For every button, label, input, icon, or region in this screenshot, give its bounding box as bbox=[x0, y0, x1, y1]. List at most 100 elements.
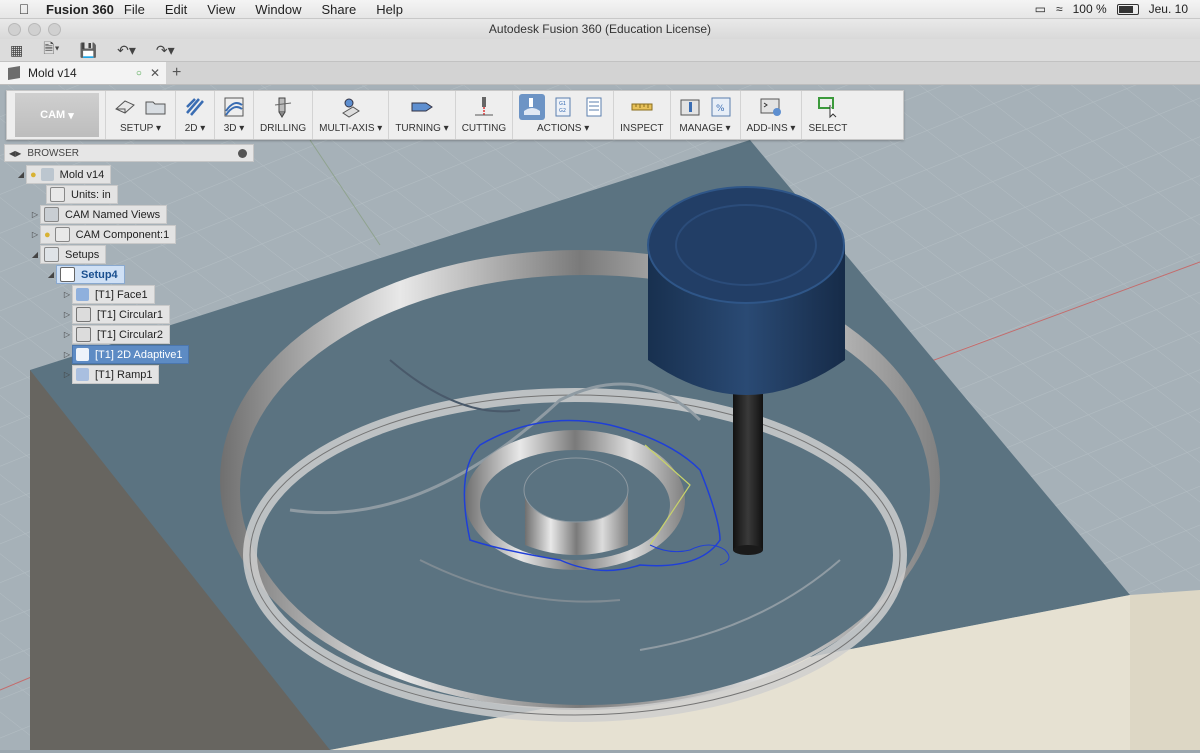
expand-arrow-icon[interactable]: ◢ bbox=[30, 250, 40, 259]
menu-help[interactable]: Help bbox=[366, 2, 413, 17]
document-tabbar: Mold v14 ○ ✕ + bbox=[0, 62, 1200, 85]
add-ins-group[interactable]: ADD-INS ▾ bbox=[739, 91, 802, 139]
expand-arrow-icon[interactable]: ▷ bbox=[62, 310, 72, 319]
tree-node-circular1[interactable]: [T1] Circular1 bbox=[72, 305, 171, 324]
menu-edit[interactable]: Edit bbox=[155, 2, 197, 17]
expand-arrow-icon[interactable]: ▷ bbox=[30, 210, 40, 219]
browser-panel-header[interactable]: ◀▶ BROWSER bbox=[4, 144, 254, 162]
2d-toolpath-icon[interactable] bbox=[182, 94, 208, 120]
workspace-switcher[interactable]: CAM ▾ bbox=[15, 93, 99, 137]
minimize-window-button[interactable] bbox=[28, 23, 41, 36]
document-tab[interactable]: Mold v14 ○ ✕ bbox=[0, 62, 166, 84]
3d-toolpath-icon[interactable] bbox=[221, 94, 247, 120]
multi-axis-icon[interactable] bbox=[338, 94, 364, 120]
tool-library-icon[interactable] bbox=[677, 94, 703, 120]
redo-icon[interactable]: ↷▾ bbox=[156, 42, 175, 59]
select-icon[interactable] bbox=[815, 94, 841, 120]
visibility-bulb-icon[interactable]: ● bbox=[44, 229, 51, 241]
tree-node-units[interactable]: Units: in bbox=[46, 185, 118, 204]
post-process-icon[interactable]: G1 G2 bbox=[550, 94, 576, 120]
apple-icon[interactable]:  bbox=[16, 1, 32, 17]
undo-icon[interactable]: ↶▾ bbox=[117, 42, 136, 59]
tree-node-component[interactable]: ● CAM Component:1 bbox=[40, 225, 177, 244]
turning-label: TURNING bbox=[395, 123, 441, 134]
expand-arrow-icon[interactable]: ▷ bbox=[62, 330, 72, 339]
center-boss-top bbox=[523, 457, 629, 523]
actions-group[interactable]: G1 G2 ACTIONS ▾ bbox=[512, 91, 613, 139]
tree-node-setup4[interactable]: Setup4 bbox=[56, 265, 125, 284]
tree-row-component[interactable]: ▷ ● CAM Component:1 bbox=[30, 225, 177, 244]
document-node-icon bbox=[40, 168, 54, 181]
menu-window[interactable]: Window bbox=[245, 2, 311, 17]
tree-row-operation[interactable]: ▷ [T1] 2D Adaptive1 bbox=[62, 345, 190, 364]
folder-setup-icon[interactable] bbox=[143, 94, 169, 120]
inspect-group[interactable]: INSPECT bbox=[613, 91, 669, 139]
expand-arrow-icon[interactable]: ▷ bbox=[30, 230, 40, 239]
select-group[interactable]: SELECT bbox=[801, 91, 853, 139]
cutting-icon[interactable] bbox=[471, 94, 497, 120]
turning-group[interactable]: TURNING ▾ bbox=[388, 91, 454, 139]
tree-row-root[interactable]: ◢ ● Mold v14 bbox=[16, 165, 112, 184]
tree-node-2d-adaptive1[interactable]: [T1] 2D Adaptive1 bbox=[72, 345, 190, 364]
menu-view[interactable]: View bbox=[197, 2, 245, 17]
browser-options-icon[interactable] bbox=[238, 148, 247, 158]
tree-node-root[interactable]: ● Mold v14 bbox=[26, 165, 112, 184]
tree-row-setup4[interactable]: ◢ Setup4 bbox=[46, 265, 125, 284]
setup-icon[interactable] bbox=[112, 94, 138, 120]
3d-label: 3D bbox=[223, 123, 237, 134]
expand-arrow-icon[interactable]: ▷ bbox=[62, 370, 72, 379]
expand-arrow-icon[interactable]: ▷ bbox=[62, 350, 72, 359]
tree-node-face1[interactable]: [T1] Face1 bbox=[72, 285, 155, 304]
cutting-group[interactable]: CUTTING bbox=[454, 91, 512, 139]
apps-grid-icon[interactable]: ▦ bbox=[10, 42, 23, 59]
viewport-canvas[interactable] bbox=[0, 85, 1200, 750]
tree-row-operation[interactable]: ▷ [T1] Circular2 bbox=[62, 325, 171, 344]
close-tab-icon[interactable]: ✕ bbox=[150, 66, 160, 80]
tree-row-operation[interactable]: ▷ [T1] Ramp1 bbox=[62, 365, 160, 384]
tree-row-named-views[interactable]: ▷ CAM Named Views bbox=[30, 205, 168, 224]
tree-row-units[interactable]: Units: in bbox=[36, 185, 118, 204]
expand-arrow-icon[interactable]: ◢ bbox=[16, 170, 26, 179]
drilling-group[interactable]: DRILLING bbox=[253, 91, 312, 139]
close-window-button[interactable] bbox=[8, 23, 21, 36]
menu-file[interactable]: File bbox=[114, 2, 155, 17]
menu-share[interactable]: Share bbox=[311, 2, 366, 17]
tree-node-ramp1[interactable]: [T1] Ramp1 bbox=[72, 365, 160, 384]
simulate-icon[interactable] bbox=[519, 94, 546, 120]
save-icon[interactable]: 💾 bbox=[80, 42, 97, 59]
3d-group[interactable]: 3D ▾ bbox=[214, 91, 253, 139]
collapse-browser-icon[interactable]: ◀▶ bbox=[9, 149, 21, 158]
multi-axis-group[interactable]: MULTI-AXIS ▾ bbox=[312, 91, 388, 139]
drilling-icon[interactable] bbox=[270, 94, 296, 120]
setup-sheet-icon[interactable] bbox=[581, 94, 607, 120]
setup-group[interactable]: SETUP ▾ bbox=[105, 91, 175, 139]
airplay-icon[interactable]: ▭ bbox=[1035, 2, 1046, 16]
manage-group[interactable]: % MANAGE ▾ bbox=[669, 91, 740, 139]
adaptive-operation-icon bbox=[76, 348, 89, 361]
2d-group[interactable]: 2D ▾ bbox=[175, 91, 214, 139]
scripts-icon[interactable] bbox=[758, 94, 784, 120]
zoom-window-button[interactable] bbox=[48, 23, 61, 36]
expand-arrow-icon[interactable]: ◢ bbox=[46, 270, 56, 279]
turning-icon[interactable] bbox=[409, 94, 435, 120]
expand-arrow-icon[interactable]: ▷ bbox=[62, 290, 72, 299]
new-tab-button[interactable]: + bbox=[172, 64, 181, 82]
tree-node-circular2[interactable]: [T1] Circular2 bbox=[72, 325, 171, 344]
wifi-icon[interactable]: ≈ bbox=[1056, 2, 1063, 16]
tree-row-operation[interactable]: ▷ [T1] Face1 bbox=[62, 285, 155, 304]
operation-label: [T1] 2D Adaptive1 bbox=[95, 348, 183, 361]
tree-row-operation[interactable]: ▷ [T1] Circular1 bbox=[62, 305, 171, 324]
measure-icon[interactable] bbox=[629, 94, 655, 120]
template-library-icon[interactable]: % bbox=[708, 94, 734, 120]
tree-node-named-views[interactable]: CAM Named Views bbox=[40, 205, 168, 224]
setup4-label: Setup4 bbox=[81, 268, 118, 281]
tree-row-setups[interactable]: ◢ Setups bbox=[30, 245, 107, 264]
tree-node-setups[interactable]: Setups bbox=[40, 245, 107, 264]
visibility-bulb-icon[interactable]: ● bbox=[30, 169, 37, 181]
setups-icon bbox=[44, 247, 59, 262]
clock[interactable]: Jeu. 10 bbox=[1149, 2, 1188, 16]
battery-icon[interactable] bbox=[1116, 3, 1139, 15]
file-menu-icon[interactable]: 🗎▾ bbox=[43, 38, 59, 62]
svg-text:%: % bbox=[716, 104, 725, 114]
menu-app-name[interactable]: Fusion 360 bbox=[32, 2, 114, 17]
